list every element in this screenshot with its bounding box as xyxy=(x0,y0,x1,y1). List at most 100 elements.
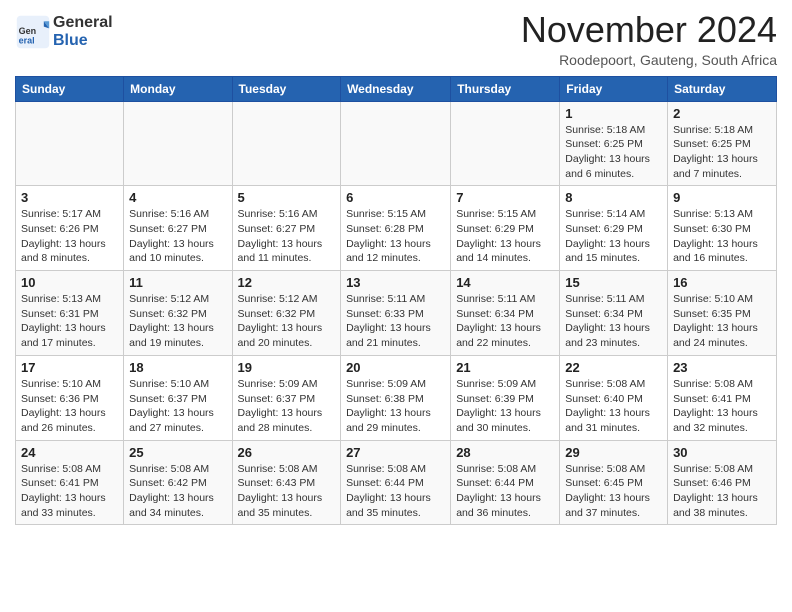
calendar-cell: 7Sunrise: 5:15 AMSunset: 6:29 PMDaylight… xyxy=(451,186,560,271)
day-info: Sunrise: 5:09 AMSunset: 6:38 PMDaylight:… xyxy=(346,377,445,436)
day-number: 23 xyxy=(673,360,771,375)
day-number: 21 xyxy=(456,360,554,375)
calendar-cell: 17 Sunrise: 5:10 AMSunset: 6:36 PMDayligh… xyxy=(16,355,124,440)
day-info: Sunrise: 5:14 AMSunset: 6:29 PMDaylight:… xyxy=(565,207,662,266)
day-info: Sunrise: 5:10 AMSunset: 6:37 PMDaylight:… xyxy=(129,377,226,436)
header-tuesday: Tuesday xyxy=(232,76,341,101)
calendar-cell: 21 Sunrise: 5:09 AMSunset: 6:39 PMDayligh… xyxy=(451,355,560,440)
day-info: Sunrise: 5:13 AMSunset: 6:30 PMDaylight:… xyxy=(673,207,771,266)
day-number: 29 xyxy=(565,445,662,460)
location-text: Roodepoort, Gauteng, South Africa xyxy=(521,52,777,68)
calendar-cell: 16Sunrise: 5:10 AMSunset: 6:35 PMDayligh… xyxy=(668,271,777,356)
day-number: 19 xyxy=(238,360,336,375)
day-info: Sunrise: 5:08 AMSunset: 6:40 PMDaylight:… xyxy=(565,377,662,436)
calendar-cell: 29 Sunrise: 5:08 AMSunset: 6:45 PMDayligh… xyxy=(560,440,668,525)
calendar-cell: 13 Sunrise: 5:11 AMSunset: 6:33 PMDayligh… xyxy=(341,271,451,356)
day-info: Sunrise: 5:12 AMSunset: 6:32 PMDaylight:… xyxy=(238,292,336,351)
calendar-cell: 30Sunrise: 5:08 AMSunset: 6:46 PMDayligh… xyxy=(668,440,777,525)
week-row-1: 1 Sunrise: 5:18 AMSunset: 6:25 PMDaylight… xyxy=(16,101,777,186)
day-number: 17 xyxy=(21,360,118,375)
calendar-cell xyxy=(451,101,560,186)
day-number: 14 xyxy=(456,275,554,290)
calendar-cell xyxy=(341,101,451,186)
calendar-cell xyxy=(124,101,232,186)
day-number: 2 xyxy=(673,106,771,121)
day-info: Sunrise: 5:13 AMSunset: 6:31 PMDaylight:… xyxy=(21,292,118,351)
calendar-cell: 5 Sunrise: 5:16 AMSunset: 6:27 PMDaylight… xyxy=(232,186,341,271)
day-info: Sunrise: 5:17 AMSunset: 6:26 PMDaylight:… xyxy=(21,207,118,266)
logo-icon: Gen eral xyxy=(15,14,51,50)
day-number: 9 xyxy=(673,190,771,205)
calendar-cell: 28Sunrise: 5:08 AMSunset: 6:44 PMDayligh… xyxy=(451,440,560,525)
day-number: 3 xyxy=(21,190,118,205)
calendar-cell: 15Sunrise: 5:11 AMSunset: 6:34 PMDayligh… xyxy=(560,271,668,356)
day-number: 1 xyxy=(565,106,662,121)
header-wednesday: Wednesday xyxy=(341,76,451,101)
calendar-cell: 4Sunrise: 5:16 AMSunset: 6:27 PMDaylight… xyxy=(124,186,232,271)
day-info: Sunrise: 5:08 AMSunset: 6:44 PMDaylight:… xyxy=(346,462,445,521)
page-header: Gen eral General Blue November 2024 Rood… xyxy=(15,10,777,68)
day-info: Sunrise: 5:08 AMSunset: 6:41 PMDaylight:… xyxy=(21,462,118,521)
day-info: Sunrise: 5:15 AMSunset: 6:29 PMDaylight:… xyxy=(456,207,554,266)
calendar-cell: 22 Sunrise: 5:08 AMSunset: 6:40 PMDayligh… xyxy=(560,355,668,440)
day-number: 12 xyxy=(238,275,336,290)
day-info: Sunrise: 5:10 AMSunset: 6:36 PMDaylight:… xyxy=(21,377,118,436)
header-sunday: Sunday xyxy=(16,76,124,101)
week-row-2: 3 Sunrise: 5:17 AMSunset: 6:26 PMDaylight… xyxy=(16,186,777,271)
calendar-cell: 14 Sunrise: 5:11 AMSunset: 6:34 PMDayligh… xyxy=(451,271,560,356)
calendar-cell: 2Sunrise: 5:18 AMSunset: 6:25 PMDaylight… xyxy=(668,101,777,186)
svg-text:Gen: Gen xyxy=(19,26,37,36)
calendar-cell: 1 Sunrise: 5:18 AMSunset: 6:25 PMDaylight… xyxy=(560,101,668,186)
day-info: Sunrise: 5:09 AMSunset: 6:39 PMDaylight:… xyxy=(456,377,554,436)
calendar-cell: 24Sunrise: 5:08 AMSunset: 6:41 PMDayligh… xyxy=(16,440,124,525)
day-number: 25 xyxy=(129,445,226,460)
svg-text:eral: eral xyxy=(19,36,35,46)
day-number: 6 xyxy=(346,190,445,205)
day-info: Sunrise: 5:10 AMSunset: 6:35 PMDaylight:… xyxy=(673,292,771,351)
calendar-cell xyxy=(232,101,341,186)
week-row-5: 24Sunrise: 5:08 AMSunset: 6:41 PMDayligh… xyxy=(16,440,777,525)
day-info: Sunrise: 5:15 AMSunset: 6:28 PMDaylight:… xyxy=(346,207,445,266)
calendar-cell: 26Sunrise: 5:08 AMSunset: 6:43 PMDayligh… xyxy=(232,440,341,525)
day-info: Sunrise: 5:18 AMSunset: 6:25 PMDaylight:… xyxy=(565,123,662,182)
day-number: 27 xyxy=(346,445,445,460)
week-row-3: 10 Sunrise: 5:13 AMSunset: 6:31 PMDayligh… xyxy=(16,271,777,356)
day-info: Sunrise: 5:16 AMSunset: 6:27 PMDaylight:… xyxy=(238,207,336,266)
day-info: Sunrise: 5:16 AMSunset: 6:27 PMDaylight:… xyxy=(129,207,226,266)
day-number: 5 xyxy=(238,190,336,205)
calendar-cell: 6 Sunrise: 5:15 AMSunset: 6:28 PMDaylight… xyxy=(341,186,451,271)
title-block: November 2024 Roodepoort, Gauteng, South… xyxy=(521,10,777,68)
week-row-4: 17 Sunrise: 5:10 AMSunset: 6:36 PMDayligh… xyxy=(16,355,777,440)
calendar-cell: 18Sunrise: 5:10 AMSunset: 6:37 PMDayligh… xyxy=(124,355,232,440)
calendar-cell xyxy=(16,101,124,186)
day-info: Sunrise: 5:11 AMSunset: 6:33 PMDaylight:… xyxy=(346,292,445,351)
day-info: Sunrise: 5:08 AMSunset: 6:45 PMDaylight:… xyxy=(565,462,662,521)
day-number: 28 xyxy=(456,445,554,460)
logo: Gen eral General Blue xyxy=(15,14,113,50)
calendar-cell: 23Sunrise: 5:08 AMSunset: 6:41 PMDayligh… xyxy=(668,355,777,440)
calendar-cell: 19Sunrise: 5:09 AMSunset: 6:37 PMDayligh… xyxy=(232,355,341,440)
day-info: Sunrise: 5:08 AMSunset: 6:46 PMDaylight:… xyxy=(673,462,771,521)
day-number: 22 xyxy=(565,360,662,375)
day-number: 10 xyxy=(21,275,118,290)
header-thursday: Thursday xyxy=(451,76,560,101)
header-saturday: Saturday xyxy=(668,76,777,101)
day-info: Sunrise: 5:08 AMSunset: 6:42 PMDaylight:… xyxy=(129,462,226,521)
day-info: Sunrise: 5:12 AMSunset: 6:32 PMDaylight:… xyxy=(129,292,226,351)
day-info: Sunrise: 5:11 AMSunset: 6:34 PMDaylight:… xyxy=(565,292,662,351)
day-number: 11 xyxy=(129,275,226,290)
calendar-table: SundayMondayTuesdayWednesdayThursdayFrid… xyxy=(15,76,777,526)
calendar-cell: 27 Sunrise: 5:08 AMSunset: 6:44 PMDayligh… xyxy=(341,440,451,525)
header-monday: Monday xyxy=(124,76,232,101)
calendar-cell: 11 Sunrise: 5:12 AMSunset: 6:32 PMDayligh… xyxy=(124,271,232,356)
calendar-header-row: SundayMondayTuesdayWednesdayThursdayFrid… xyxy=(16,76,777,101)
calendar-cell: 25 Sunrise: 5:08 AMSunset: 6:42 PMDayligh… xyxy=(124,440,232,525)
calendar-cell: 20 Sunrise: 5:09 AMSunset: 6:38 PMDayligh… xyxy=(341,355,451,440)
day-number: 13 xyxy=(346,275,445,290)
calendar-cell: 8Sunrise: 5:14 AMSunset: 6:29 PMDaylight… xyxy=(560,186,668,271)
logo-text: General Blue xyxy=(53,14,113,49)
day-info: Sunrise: 5:11 AMSunset: 6:34 PMDaylight:… xyxy=(456,292,554,351)
day-number: 20 xyxy=(346,360,445,375)
header-friday: Friday xyxy=(560,76,668,101)
calendar-cell: 3 Sunrise: 5:17 AMSunset: 6:26 PMDaylight… xyxy=(16,186,124,271)
